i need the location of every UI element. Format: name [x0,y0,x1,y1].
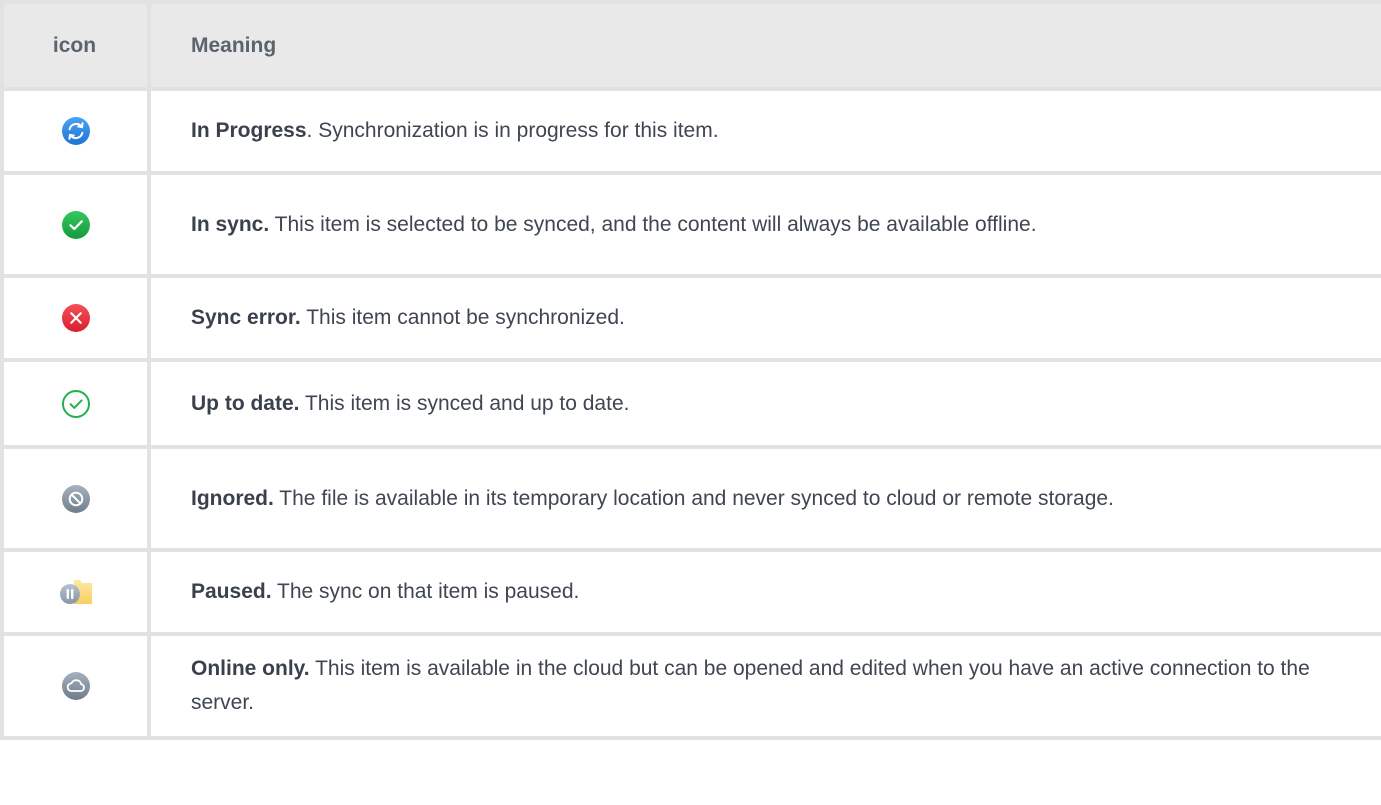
in-sync-check-icon [61,210,91,240]
status-description: This item is selected to be synced, and … [269,212,1037,236]
status-title: Paused. [191,580,272,603]
paused-icon [59,579,93,605]
status-title: Up to date. [191,391,300,415]
status-description: . Synchronization is in progress for thi… [306,119,719,142]
status-description: The file is available in its temporary l… [273,486,1114,510]
icon-column-header: icon [0,0,151,91]
table-row: In sync. This item is selected to be syn… [0,171,1381,278]
meaning-column-header: Meaning [147,0,1381,91]
status-description: This item is synced and up to date. [299,391,630,415]
table-header-row: icon Meaning [0,0,1381,91]
up-to-date-check-icon [61,389,91,419]
sync-in-progress-icon [61,116,91,146]
online-only-cloud-icon [61,671,91,701]
table-row: Paused. The sync on that item is paused. [0,548,1381,636]
status-description: The sync on that item is paused. [271,580,580,603]
table-row: Ignored. The file is available in its te… [0,445,1381,552]
status-description: This item cannot be synchronized. [300,306,625,329]
status-title: In sync. [191,212,270,236]
table-row: In Progress. Synchronization is in progr… [0,87,1381,175]
ignored-icon [61,484,91,514]
status-title: In Progress [191,119,307,142]
table-row: Up to date. This item is synced and up t… [0,358,1381,449]
sync-status-legend-table: icon Meaning In Progress. Synchronizatio… [0,0,1381,740]
table-row: Sync error. This item cannot be synchron… [0,274,1381,362]
status-title: Sync error. [191,306,301,329]
sync-error-icon [61,303,91,333]
table-row: Online only. This item is available in t… [0,632,1381,740]
status-description: This item is available in the cloud but … [191,657,1310,714]
status-title: Online only. [191,657,310,680]
status-title: Ignored. [191,486,274,510]
